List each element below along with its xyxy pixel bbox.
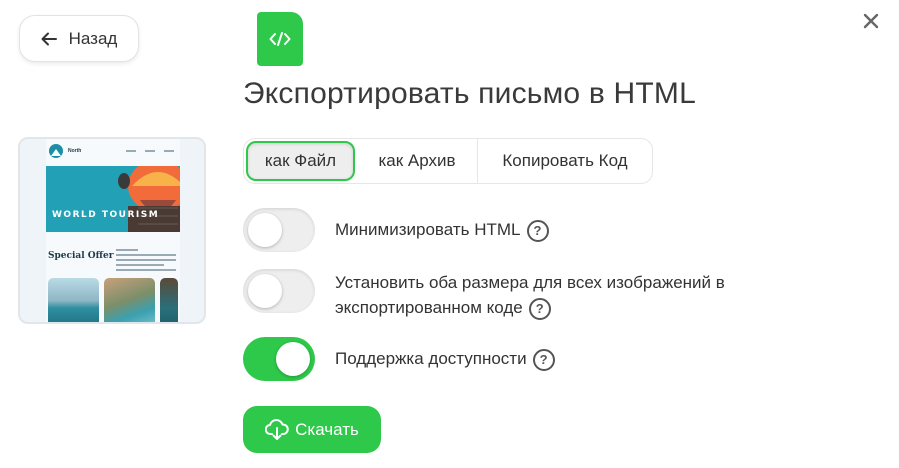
preview-photos: [48, 278, 178, 322]
image-dimensions-toggle[interactable]: [243, 269, 315, 313]
page-title: Экспортировать письмо в HTML: [243, 77, 696, 110]
preview-photo-lake: [48, 278, 99, 322]
download-button[interactable]: Скачать: [243, 406, 381, 453]
help-icon[interactable]: ?: [526, 219, 549, 242]
code-file-icon: [257, 12, 303, 66]
tab-copy-code[interactable]: Копировать Код: [478, 139, 652, 183]
preview-hero: WORLD TOURISM: [46, 166, 180, 232]
back-button-label: Назад: [68, 28, 118, 48]
email-preview-thumbnail: North WORLD TOURISM Special Offer: [18, 137, 206, 324]
export-mode-tabs: как Файл как Архив Копировать Код: [243, 138, 653, 184]
hot-air-balloon-image: [118, 166, 180, 232]
preview-header: North: [46, 139, 180, 163]
toggle-knob: [248, 213, 282, 247]
help-icon[interactable]: ?: [528, 297, 551, 320]
arrow-left-icon: [41, 32, 57, 45]
minify-html-option: Минимизировать HTML?: [335, 217, 549, 242]
preview-text-lines: [116, 249, 176, 274]
image-dimensions-label-line2: экспортированном коде: [335, 298, 523, 317]
close-icon[interactable]: [862, 12, 880, 30]
toggle-knob: [248, 274, 282, 308]
help-icon[interactable]: ?: [532, 348, 555, 371]
preview-nav: [126, 150, 174, 152]
accessibility-label: Поддержка доступности: [335, 349, 527, 368]
tab-as-archive[interactable]: как Архив: [357, 139, 478, 183]
preview-photo-coast: [160, 278, 178, 322]
preview-hero-text: WORLD TOURISM: [52, 210, 160, 220]
preview-photo-cliff: [104, 278, 155, 322]
image-dimensions-label-line1: Установить оба размера для всех изображе…: [335, 273, 725, 292]
minify-html-toggle[interactable]: [243, 208, 315, 252]
download-button-label: Скачать: [295, 419, 359, 439]
cloud-download-icon: [265, 418, 289, 440]
accessibility-toggle[interactable]: [243, 337, 315, 381]
toggle-knob: [276, 342, 310, 376]
back-button[interactable]: Назад: [19, 15, 139, 62]
accessibility-option: Поддержка доступности?: [335, 346, 555, 371]
image-dimensions-option: Установить оба размера для всех изображе…: [335, 270, 725, 320]
minify-html-label: Минимизировать HTML: [335, 220, 521, 239]
tab-as-file[interactable]: как Файл: [246, 141, 355, 181]
preview-offer-title: Special Offer: [48, 251, 114, 261]
preview-logo-icon: [49, 144, 63, 158]
preview-brand: North: [68, 148, 82, 154]
